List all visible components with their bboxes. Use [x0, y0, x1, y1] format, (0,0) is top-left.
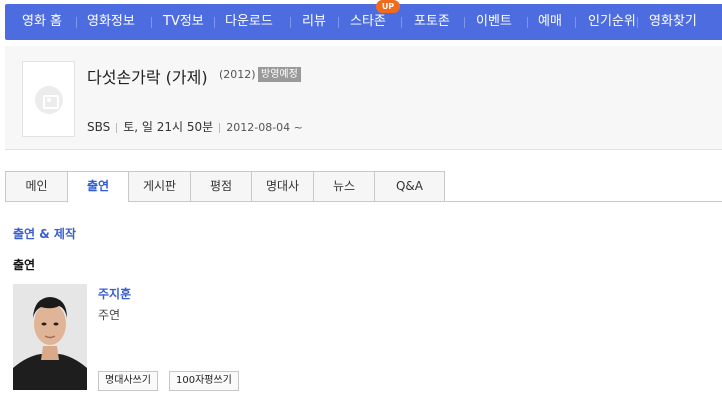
camera-icon [35, 86, 63, 114]
nav-divider [214, 17, 215, 28]
tab-rating[interactable]: 평점 [190, 171, 251, 202]
nav-divider [76, 17, 77, 28]
up-badge: UP [376, 0, 400, 13]
cast-name-link[interactable]: 주지훈 [98, 285, 131, 302]
info-divider [116, 122, 118, 133]
cast-subtitle: 출연 [13, 258, 36, 272]
movie-header: 다섯손가락 (가제) (2012) 방영예정 SBS 토, 일 21시 50분 20… [5, 46, 722, 150]
write-quote-button[interactable]: 명대사쓰기 [98, 371, 158, 391]
nav-item-movie-info[interactable]: 영화정보 [87, 4, 135, 40]
broadcast-info: SBS 토, 일 21시 50분 2012-08-04 ~ [87, 118, 303, 135]
nav-divider [637, 17, 638, 28]
schedule-label: 토, 일 21시 50분 [123, 120, 214, 134]
nav-item-movie-home[interactable]: 영화 홈 [22, 4, 62, 40]
nav-item-tv-info[interactable]: TV정보 [163, 4, 204, 40]
nav-item-review[interactable]: 리뷰 [302, 4, 326, 40]
nav-divider [338, 17, 339, 28]
movie-title: 다섯손가락 (가제) [87, 68, 208, 87]
tab-news[interactable]: 뉴스 [313, 171, 374, 202]
cast-photo[interactable] [13, 284, 87, 390]
movie-year: (2012) [219, 68, 256, 81]
top-navigation: 영화 홈 영화정보 TV정보 다운로드 리뷰 스타존 UP 포토존 이벤트 예매… [5, 0, 722, 40]
nav-divider [151, 17, 152, 28]
air-date-label: 2012-08-04 ~ [226, 121, 303, 134]
section-title: 출연 & 제작 [13, 227, 76, 241]
cast-role: 주연 [98, 308, 121, 322]
tab-qna[interactable]: Q&A [374, 171, 445, 202]
tab-quotes[interactable]: 명대사 [251, 171, 313, 202]
nav-item-movie-search[interactable]: 영화찾기 [649, 4, 697, 40]
person-portrait-icon [13, 284, 87, 390]
write-short-review-button[interactable]: 100자평쓰기 [169, 371, 239, 391]
nav-item-event[interactable]: 이벤트 [476, 4, 512, 40]
info-divider [219, 122, 221, 133]
tab-board[interactable]: 게시판 [128, 171, 190, 202]
nav-item-photo-zone[interactable]: 포토존 [414, 4, 450, 40]
status-badge: 방영예정 [258, 67, 301, 82]
tab-main[interactable]: 메인 [5, 171, 67, 202]
channel-label: SBS [87, 120, 111, 134]
nav-divider [464, 17, 465, 28]
nav-item-booking[interactable]: 예매 [538, 4, 562, 40]
nav-item-download[interactable]: 다운로드 [225, 4, 273, 40]
nav-divider [401, 17, 402, 28]
tab-cast[interactable]: 출연 [67, 171, 128, 203]
nav-divider [290, 17, 291, 28]
nav-item-popular-ranking[interactable]: 인기순위 [588, 4, 636, 40]
nav-divider [575, 17, 576, 28]
nav-divider [527, 17, 528, 28]
detail-tabs: 메인 출연 게시판 평점 명대사 뉴스 Q&A [5, 171, 722, 203]
poster-placeholder [22, 61, 75, 137]
